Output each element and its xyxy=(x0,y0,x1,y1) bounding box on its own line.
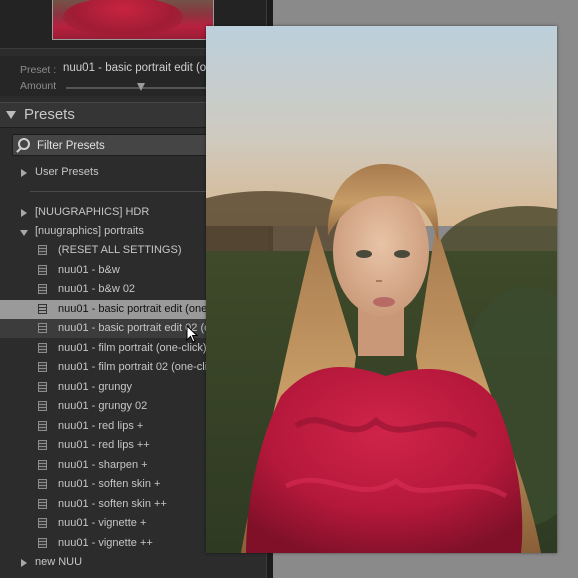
navigator-thumbnail[interactable] xyxy=(52,0,214,40)
preset-doc-icon xyxy=(38,479,47,489)
preset-doc-icon xyxy=(38,342,47,353)
preset-doc-icon xyxy=(38,362,47,372)
expand-arrow-icon[interactable] xyxy=(21,209,27,217)
portrait-image xyxy=(206,26,557,553)
preset-doc-icon xyxy=(38,420,47,431)
preset-item-label: nuu01 - vignette ++ xyxy=(58,536,153,549)
preset-item-label: nuu01 - film portrait (one-click) xyxy=(58,341,207,354)
preset-doc-icon xyxy=(38,537,47,548)
preset-doc-icon xyxy=(38,518,47,528)
preset-item-label: (RESET ALL SETTINGS) xyxy=(58,244,182,256)
collapse-triangle-icon[interactable] xyxy=(6,111,16,119)
preset-doc-icon xyxy=(38,303,47,314)
preset-doc-icon xyxy=(38,264,47,275)
preset-item-label: nuu01 - red lips ++ xyxy=(58,439,150,451)
search-icon xyxy=(18,138,30,150)
preset-doc-icon xyxy=(38,245,47,255)
portrait-photo xyxy=(206,26,557,553)
preset-folder[interactable]: new NUU xyxy=(0,553,266,572)
presets-panel-title: Presets xyxy=(24,106,75,123)
collapse-arrow-icon[interactable] xyxy=(20,230,28,236)
mouse-pointer-icon xyxy=(186,325,199,343)
preset-item-label: nuu01 - soften skin + xyxy=(58,478,161,490)
preset-doc-icon xyxy=(38,323,47,333)
folder-label: User Presets xyxy=(35,166,99,178)
preset-item-label: nuu01 - grungy 02 xyxy=(58,400,148,412)
preset-doc-icon xyxy=(38,401,47,411)
preset-doc-icon xyxy=(38,498,47,509)
amount-label: Amount xyxy=(20,80,57,92)
preset-item-label: nuu01 - vignette + xyxy=(58,517,147,529)
expand-arrow-icon[interactable] xyxy=(21,169,27,177)
preset-doc-icon xyxy=(38,284,47,294)
amount-slider[interactable] xyxy=(66,83,216,91)
folder-label: [nuugraphics] portraits xyxy=(35,225,144,237)
preset-doc-icon xyxy=(38,440,47,450)
amount-slider-thumb[interactable] xyxy=(137,83,145,91)
folder-label: new NUU xyxy=(35,556,83,568)
expand-arrow-icon[interactable] xyxy=(21,559,27,567)
preset-item-label: nuu01 - sharpen + xyxy=(58,458,148,471)
preset-item-label: nuu01 - grungy xyxy=(58,380,132,393)
preset-item-label: nuu01 - red lips + xyxy=(58,419,144,432)
preset-item-label: nuu01 - b&w 02 xyxy=(58,283,136,295)
folder-label: [NUUGRAPHICS] HDR xyxy=(35,206,150,218)
preset-item-label: nuu01 - b&w xyxy=(58,263,120,276)
preset-label: Preset : xyxy=(20,64,57,76)
preset-item-label: nuu01 - film portrait 02 (one-click) xyxy=(58,361,222,373)
preset-doc-icon xyxy=(38,381,47,392)
preset-item-label: nuu01 - soften skin ++ xyxy=(58,497,167,510)
preset-doc-icon xyxy=(38,459,47,470)
